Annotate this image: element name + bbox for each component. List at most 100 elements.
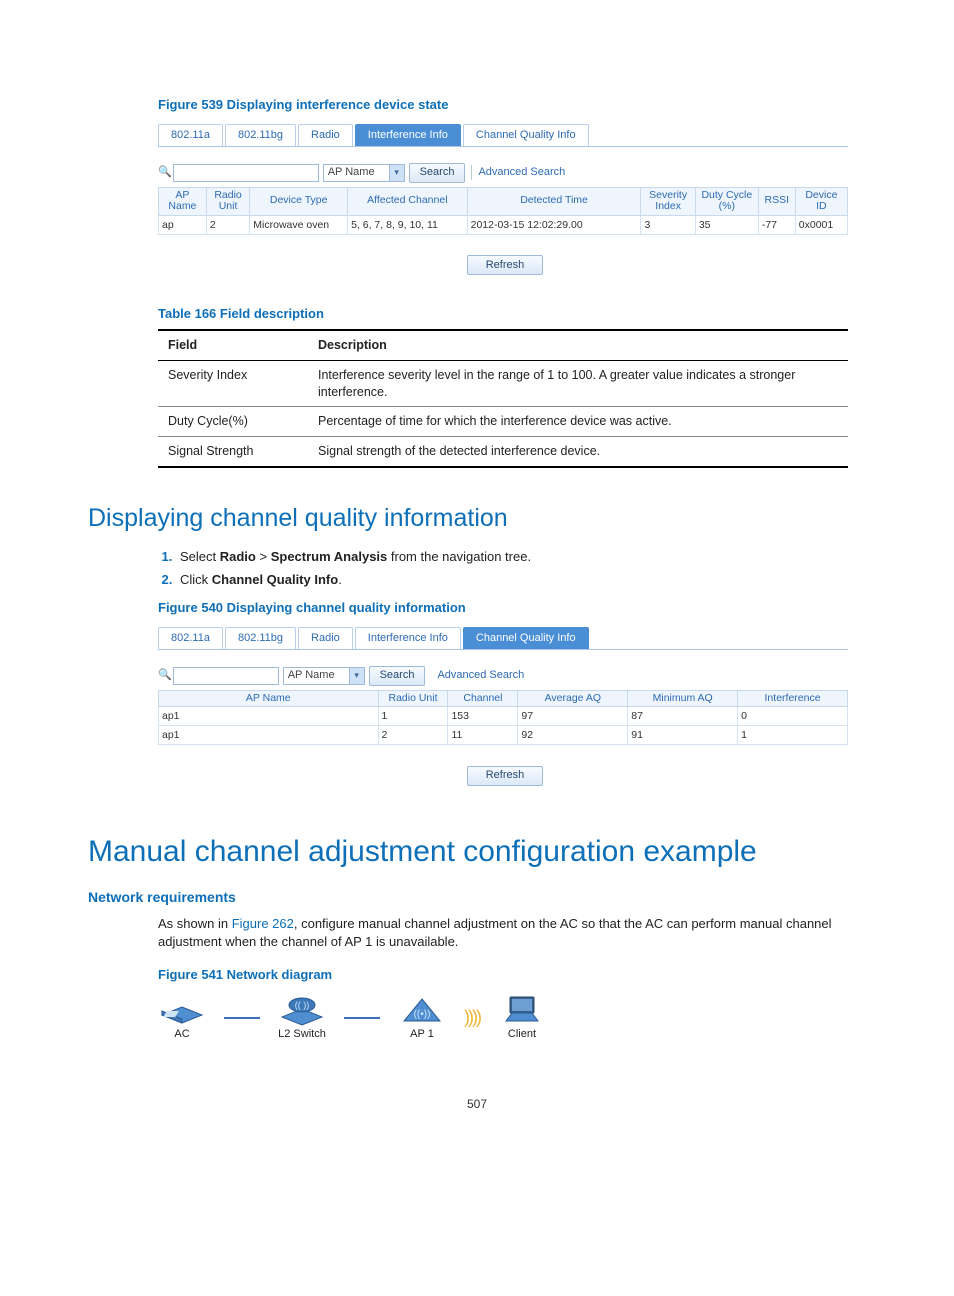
- col-device-id[interactable]: Device ID: [795, 187, 847, 215]
- table-row: ap1 2 11 92 91 1: [159, 726, 848, 745]
- node-label: AC: [174, 1027, 189, 1042]
- tab-80211bg[interactable]: 802.11bg: [225, 124, 296, 146]
- refresh-button[interactable]: Refresh: [467, 255, 544, 275]
- step-text: from the navigation tree.: [387, 549, 531, 564]
- heading-channel-quality: Displaying channel quality information: [88, 502, 866, 536]
- col-ap-name[interactable]: AP Name: [159, 187, 207, 215]
- tab-radio[interactable]: Radio: [298, 627, 353, 649]
- col-channel[interactable]: Channel: [448, 690, 518, 707]
- cell-duty-cycle: 35: [695, 215, 758, 234]
- search-input[interactable]: [173, 667, 279, 685]
- switch-icon: (( )): [278, 993, 326, 1027]
- col-duty-cycle[interactable]: Duty Cycle (%): [695, 187, 758, 215]
- figure-540-caption: Figure 540 Displaying channel quality in…: [158, 599, 866, 617]
- ap-icon: ((•)): [398, 993, 446, 1027]
- cell-ap-name: ap: [159, 215, 207, 234]
- search-icon: 🔍: [158, 668, 172, 683]
- advanced-search-link[interactable]: Advanced Search: [431, 668, 524, 683]
- chevron-down-icon: ▾: [349, 668, 364, 684]
- cell-field: Severity Index: [158, 360, 308, 407]
- col-interference[interactable]: Interference: [738, 690, 848, 707]
- col-device-type[interactable]: Device Type: [250, 187, 348, 215]
- cell-channel: 11: [448, 726, 518, 745]
- link-line: [344, 1017, 380, 1019]
- cell-affected-channel: 5, 6, 7, 8, 9, 10, 11: [348, 215, 468, 234]
- cell-avg-aq: 97: [518, 707, 628, 726]
- tab-channel-quality-info[interactable]: Channel Quality Info: [463, 124, 589, 146]
- tab-80211bg[interactable]: 802.11bg: [225, 627, 296, 649]
- tab-80211a[interactable]: 802.11a: [158, 627, 223, 649]
- search-button[interactable]: Search: [369, 666, 426, 686]
- cell-desc: Interference severity level in the range…: [308, 360, 848, 407]
- figure-262-link[interactable]: Figure 262: [232, 916, 294, 931]
- tab-channel-quality-info[interactable]: Channel Quality Info: [463, 627, 589, 649]
- col-average-aq[interactable]: Average AQ: [518, 690, 628, 707]
- cell-radio-unit: 1: [378, 707, 448, 726]
- wifi-waves-icon: )))): [464, 1005, 480, 1029]
- tab-interference-info[interactable]: Interference Info: [355, 627, 461, 649]
- cell-min-aq: 87: [628, 707, 738, 726]
- figure-539-search-row: 🔍 AP Name ▾ Search Advanced Search: [158, 163, 848, 183]
- cell-avg-aq: 92: [518, 726, 628, 745]
- col-detected-time[interactable]: Detected Time: [467, 187, 641, 215]
- figure-540-screenshot: 802.11a 802.11bg Radio Interference Info…: [158, 627, 848, 786]
- col-affected-channel[interactable]: Affected Channel: [348, 187, 468, 215]
- ap-name-select[interactable]: AP Name ▾: [283, 667, 365, 685]
- tab-interference-info[interactable]: Interference Info: [355, 124, 461, 146]
- table-166-title: Table 166 Field description: [158, 305, 866, 323]
- step-bold: Radio: [220, 549, 256, 564]
- search-input[interactable]: [173, 164, 319, 182]
- step-1: Select Radio > Spectrum Analysis from th…: [176, 548, 866, 566]
- ap-name-select[interactable]: AP Name ▾: [323, 164, 405, 182]
- figure-539-table: AP Name Radio Unit Device Type Affected …: [158, 187, 848, 235]
- figure-541-caption: Figure 541 Network diagram: [158, 966, 866, 984]
- figure-539-tabs: 802.11a 802.11bg Radio Interference Info…: [158, 124, 848, 147]
- node-ac: AC: [158, 993, 206, 1042]
- node-client: Client: [498, 993, 546, 1042]
- link-line: [224, 1017, 260, 1019]
- advanced-search-link[interactable]: Advanced Search: [471, 165, 565, 180]
- col-severity-index[interactable]: Severity Index: [641, 187, 695, 215]
- cell-channel: 153: [448, 707, 518, 726]
- subheading-network-req: Network requirements: [88, 888, 866, 907]
- node-label: Client: [508, 1027, 536, 1042]
- network-diagram: AC (( )) L2 Switch ((•)) AP 1 )): [158, 993, 866, 1042]
- col-radio-unit[interactable]: Radio Unit: [206, 187, 249, 215]
- table-166: Field Description Severity Index Interfe…: [158, 329, 848, 468]
- cell-radio-unit: 2: [206, 215, 249, 234]
- cell-min-aq: 91: [628, 726, 738, 745]
- cell-desc: Percentage of time for which the interfe…: [308, 407, 848, 437]
- figure-539-caption: Figure 539 Displaying interference devic…: [158, 96, 866, 114]
- node-label: L2 Switch: [278, 1027, 326, 1042]
- col-rssi[interactable]: RSSI: [758, 187, 795, 215]
- cell-radio-unit: 2: [378, 726, 448, 745]
- tab-80211a[interactable]: 802.11a: [158, 124, 223, 146]
- node-ap1: ((•)) AP 1: [398, 993, 446, 1042]
- chevron-down-icon: ▾: [389, 165, 404, 181]
- search-button[interactable]: Search: [409, 163, 466, 183]
- cell-desc: Signal strength of the detected interfer…: [308, 437, 848, 467]
- ap-name-select-label: AP Name: [324, 165, 389, 180]
- table-row: Signal Strength Signal strength of the d…: [158, 437, 848, 467]
- cell-ap-name: ap1: [159, 726, 379, 745]
- network-req-paragraph: As shown in Figure 262, configure manual…: [158, 915, 866, 951]
- cell-device-id: 0x0001: [795, 215, 847, 234]
- col-ap-name[interactable]: AP Name: [159, 690, 379, 707]
- table-row: Severity Index Interference severity lev…: [158, 360, 848, 407]
- col-minimum-aq[interactable]: Minimum AQ: [628, 690, 738, 707]
- cell-device-type: Microwave oven: [250, 215, 348, 234]
- step-text: Select: [180, 549, 220, 564]
- step-text: .: [338, 572, 342, 587]
- search-icon: 🔍: [158, 165, 172, 180]
- col-radio-unit[interactable]: Radio Unit: [378, 690, 448, 707]
- table-row: Duty Cycle(%) Percentage of time for whi…: [158, 407, 848, 437]
- page-number: 507: [88, 1096, 866, 1112]
- cell-rssi: -77: [758, 215, 795, 234]
- step-bold: Spectrum Analysis: [271, 549, 388, 564]
- refresh-button[interactable]: Refresh: [467, 766, 544, 786]
- svg-text:((•)): ((•)): [414, 1009, 431, 1020]
- step-text: Click: [180, 572, 212, 587]
- tab-radio[interactable]: Radio: [298, 124, 353, 146]
- cell-field: Signal Strength: [158, 437, 308, 467]
- cell-detected-time: 2012-03-15 12:02:29.00: [467, 215, 641, 234]
